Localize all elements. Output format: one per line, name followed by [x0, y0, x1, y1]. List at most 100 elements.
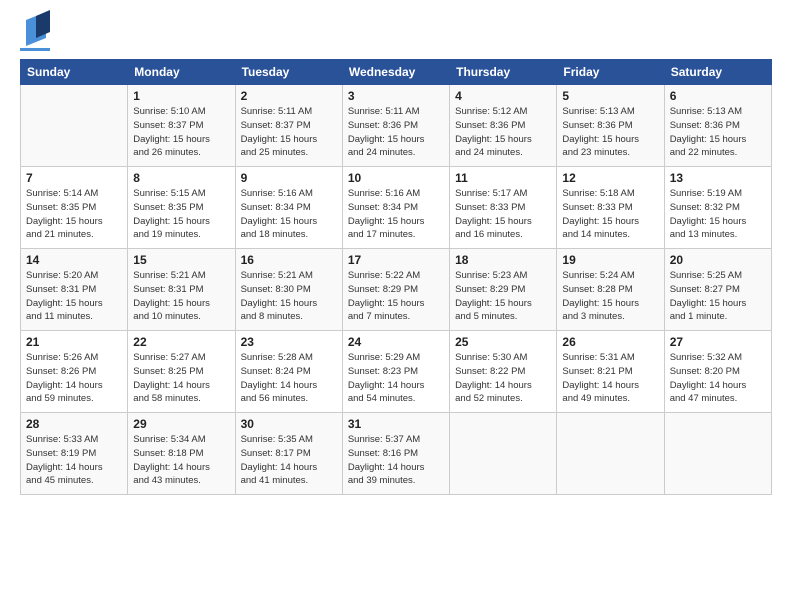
weekday-header-friday: Friday	[557, 60, 664, 85]
day-number: 19	[562, 253, 658, 267]
day-number: 3	[348, 89, 444, 103]
day-info: Sunrise: 5:16 AM Sunset: 8:34 PM Dayligh…	[241, 187, 337, 242]
day-number: 4	[455, 89, 551, 103]
calendar-cell: 27 Sunrise: 5:32 AM Sunset: 8:20 PM Dayli…	[664, 331, 771, 413]
day-info: Sunrise: 5:30 AM Sunset: 8:22 PM Dayligh…	[455, 351, 551, 406]
calendar-cell: 8Sunrise: 5:15 AM Sunset: 8:35 PM Daylig…	[128, 167, 235, 249]
calendar-cell: 11Sunrise: 5:17 AM Sunset: 8:33 PM Dayli…	[450, 167, 557, 249]
calendar-cell: 16 Sunrise: 5:21 AM Sunset: 8:30 PM Dayli…	[235, 249, 342, 331]
calendar-cell: 9 Sunrise: 5:16 AM Sunset: 8:34 PM Daylig…	[235, 167, 342, 249]
day-number: 1	[133, 89, 229, 103]
calendar-table: SundayMondayTuesdayWednesdayThursdayFrid…	[20, 59, 772, 495]
logo	[20, 18, 50, 51]
weekday-header-row: SundayMondayTuesdayWednesdayThursdayFrid…	[21, 60, 772, 85]
calendar-cell	[21, 85, 128, 167]
day-info: Sunrise: 5:35 AM Sunset: 8:17 PM Dayligh…	[241, 433, 337, 488]
day-number: 17	[348, 253, 444, 267]
calendar-cell: 6 Sunrise: 5:13 AM Sunset: 8:36 PM Daylig…	[664, 85, 771, 167]
calendar-cell: 2 Sunrise: 5:11 AM Sunset: 8:37 PM Daylig…	[235, 85, 342, 167]
day-info: Sunrise: 5:16 AM Sunset: 8:34 PM Dayligh…	[348, 187, 444, 242]
day-number: 23	[241, 335, 337, 349]
day-info: Sunrise: 5:31 AM Sunset: 8:21 PM Dayligh…	[562, 351, 658, 406]
day-info: Sunrise: 5:14 AM Sunset: 8:35 PM Dayligh…	[26, 187, 122, 242]
calendar-cell: 28 Sunrise: 5:33 AM Sunset: 8:19 PM Dayli…	[21, 413, 128, 495]
day-number: 7	[26, 171, 122, 185]
day-number: 29	[133, 417, 229, 431]
day-info: Sunrise: 5:13 AM Sunset: 8:36 PM Dayligh…	[670, 105, 766, 160]
calendar-cell: 25 Sunrise: 5:30 AM Sunset: 8:22 PM Dayli…	[450, 331, 557, 413]
calendar-cell: 24Sunrise: 5:29 AM Sunset: 8:23 PM Dayli…	[342, 331, 449, 413]
calendar-cell: 29 Sunrise: 5:34 AM Sunset: 8:18 PM Dayli…	[128, 413, 235, 495]
day-number: 22	[133, 335, 229, 349]
day-number: 15	[133, 253, 229, 267]
calendar-cell: 19 Sunrise: 5:24 AM Sunset: 8:28 PM Dayli…	[557, 249, 664, 331]
day-info: Sunrise: 5:17 AM Sunset: 8:33 PM Dayligh…	[455, 187, 551, 242]
day-info: Sunrise: 5:34 AM Sunset: 8:18 PM Dayligh…	[133, 433, 229, 488]
day-info: Sunrise: 5:13 AM Sunset: 8:36 PM Dayligh…	[562, 105, 658, 160]
day-number: 16	[241, 253, 337, 267]
calendar-cell: 3 Sunrise: 5:11 AM Sunset: 8:36 PM Daylig…	[342, 85, 449, 167]
day-info: Sunrise: 5:10 AM Sunset: 8:37 PM Dayligh…	[133, 105, 229, 160]
weekday-header-sunday: Sunday	[21, 60, 128, 85]
logo-icon	[22, 10, 50, 46]
calendar-cell: 26 Sunrise: 5:31 AM Sunset: 8:21 PM Dayli…	[557, 331, 664, 413]
calendar-cell: 7 Sunrise: 5:14 AM Sunset: 8:35 PM Daylig…	[21, 167, 128, 249]
calendar-cell	[664, 413, 771, 495]
day-info: Sunrise: 5:11 AM Sunset: 8:36 PM Dayligh…	[348, 105, 444, 160]
page: SundayMondayTuesdayWednesdayThursdayFrid…	[0, 0, 792, 507]
day-info: Sunrise: 5:29 AM Sunset: 8:23 PM Dayligh…	[348, 351, 444, 406]
day-info: Sunrise: 5:33 AM Sunset: 8:19 PM Dayligh…	[26, 433, 122, 488]
day-info: Sunrise: 5:32 AM Sunset: 8:20 PM Dayligh…	[670, 351, 766, 406]
day-info: Sunrise: 5:21 AM Sunset: 8:30 PM Dayligh…	[241, 269, 337, 324]
day-info: Sunrise: 5:22 AM Sunset: 8:29 PM Dayligh…	[348, 269, 444, 324]
weekday-header-wednesday: Wednesday	[342, 60, 449, 85]
day-info: Sunrise: 5:21 AM Sunset: 8:31 PM Dayligh…	[133, 269, 229, 324]
calendar-cell: 21Sunrise: 5:26 AM Sunset: 8:26 PM Dayli…	[21, 331, 128, 413]
weekday-header-thursday: Thursday	[450, 60, 557, 85]
day-number: 14	[26, 253, 122, 267]
day-info: Sunrise: 5:27 AM Sunset: 8:25 PM Dayligh…	[133, 351, 229, 406]
calendar-cell: 15 Sunrise: 5:21 AM Sunset: 8:31 PM Dayli…	[128, 249, 235, 331]
calendar-cell: 1 Sunrise: 5:10 AM Sunset: 8:37 PM Daylig…	[128, 85, 235, 167]
day-number: 10	[348, 171, 444, 185]
day-info: Sunrise: 5:26 AM Sunset: 8:26 PM Dayligh…	[26, 351, 122, 406]
day-number: 26	[562, 335, 658, 349]
calendar-cell: 31Sunrise: 5:37 AM Sunset: 8:16 PM Dayli…	[342, 413, 449, 495]
day-info: Sunrise: 5:24 AM Sunset: 8:28 PM Dayligh…	[562, 269, 658, 324]
calendar-week-5: 28 Sunrise: 5:33 AM Sunset: 8:19 PM Dayli…	[21, 413, 772, 495]
day-info: Sunrise: 5:12 AM Sunset: 8:36 PM Dayligh…	[455, 105, 551, 160]
calendar-cell: 23 Sunrise: 5:28 AM Sunset: 8:24 PM Dayli…	[235, 331, 342, 413]
day-info: Sunrise: 5:23 AM Sunset: 8:29 PM Dayligh…	[455, 269, 551, 324]
calendar-cell	[557, 413, 664, 495]
calendar-cell: 4 Sunrise: 5:12 AM Sunset: 8:36 PM Daylig…	[450, 85, 557, 167]
day-number: 28	[26, 417, 122, 431]
calendar-week-4: 21Sunrise: 5:26 AM Sunset: 8:26 PM Dayli…	[21, 331, 772, 413]
day-info: Sunrise: 5:37 AM Sunset: 8:16 PM Dayligh…	[348, 433, 444, 488]
day-number: 2	[241, 89, 337, 103]
day-number: 25	[455, 335, 551, 349]
day-info: Sunrise: 5:28 AM Sunset: 8:24 PM Dayligh…	[241, 351, 337, 406]
day-info: Sunrise: 5:11 AM Sunset: 8:37 PM Dayligh…	[241, 105, 337, 160]
logo-underline	[20, 48, 50, 51]
calendar-week-1: 1 Sunrise: 5:10 AM Sunset: 8:37 PM Daylig…	[21, 85, 772, 167]
day-info: Sunrise: 5:19 AM Sunset: 8:32 PM Dayligh…	[670, 187, 766, 242]
day-number: 20	[670, 253, 766, 267]
calendar-cell: 14 Sunrise: 5:20 AM Sunset: 8:31 PM Dayli…	[21, 249, 128, 331]
day-number: 9	[241, 171, 337, 185]
day-info: Sunrise: 5:18 AM Sunset: 8:33 PM Dayligh…	[562, 187, 658, 242]
day-number: 27	[670, 335, 766, 349]
header	[20, 18, 772, 51]
day-number: 18	[455, 253, 551, 267]
calendar-cell: 12 Sunrise: 5:18 AM Sunset: 8:33 PM Dayli…	[557, 167, 664, 249]
calendar-cell: 18 Sunrise: 5:23 AM Sunset: 8:29 PM Dayli…	[450, 249, 557, 331]
day-number: 12	[562, 171, 658, 185]
day-number: 13	[670, 171, 766, 185]
day-info: Sunrise: 5:20 AM Sunset: 8:31 PM Dayligh…	[26, 269, 122, 324]
calendar-cell: 10 Sunrise: 5:16 AM Sunset: 8:34 PM Dayli…	[342, 167, 449, 249]
day-number: 6	[670, 89, 766, 103]
weekday-header-tuesday: Tuesday	[235, 60, 342, 85]
calendar-cell: 13 Sunrise: 5:19 AM Sunset: 8:32 PM Dayli…	[664, 167, 771, 249]
calendar-week-3: 14 Sunrise: 5:20 AM Sunset: 8:31 PM Dayli…	[21, 249, 772, 331]
day-number: 8	[133, 171, 229, 185]
calendar-week-2: 7 Sunrise: 5:14 AM Sunset: 8:35 PM Daylig…	[21, 167, 772, 249]
